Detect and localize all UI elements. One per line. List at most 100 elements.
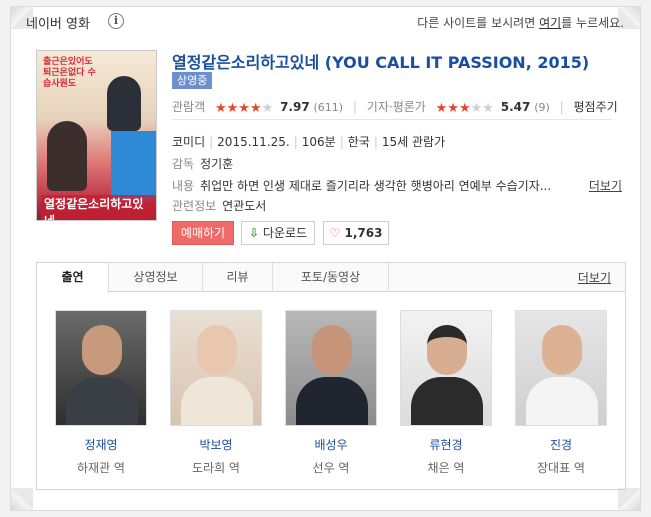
star-icon: ★ <box>238 101 250 116</box>
rate-link[interactable]: 평점주기 <box>573 100 617 114</box>
divider: | <box>559 100 564 114</box>
photo-body <box>66 377 138 425</box>
download-label: 다운로드 <box>262 226 308 240</box>
role-name: 도라희 역 <box>192 461 240 475</box>
screenshot-frame: 네이버 영화 i 다른 사이트를 보시려면 여기를 누르세요. 출근은있어도 퇴… <box>0 0 651 517</box>
like-count: 1,763 <box>344 226 383 240</box>
poster-tagline: 출근은있어도 퇴근은없다 수습사원도 <box>43 57 96 89</box>
service-title: 네이버 영화 <box>26 17 90 32</box>
audience-label: 관람객 <box>172 100 206 114</box>
detail-tabs: 출연 상영정보 리뷰 포토/동영상 더보기 <box>36 262 626 293</box>
audience-count: (611) <box>313 101 344 114</box>
age-rating: 15세 관람가 <box>381 135 446 149</box>
poster-graphic <box>111 131 156 201</box>
director-label: 감독 <box>172 157 195 171</box>
actor-photo[interactable] <box>515 310 607 426</box>
actor-photo[interactable] <box>170 310 262 426</box>
actor-name[interactable]: 류현경 <box>400 436 492 453</box>
plot-label: 내용 <box>172 179 195 193</box>
cast-member[interactable]: 진경 장대표 역 <box>515 310 607 476</box>
actor-name[interactable]: 배성우 <box>285 436 377 453</box>
divider: | <box>373 135 378 149</box>
page-curl-decoration <box>618 488 640 510</box>
header: 네이버 영화 i 다른 사이트를 보시려면 여기를 누르세요. <box>20 10 628 32</box>
actor-photo[interactable] <box>55 310 147 426</box>
plot-more-link[interactable]: 더보기 <box>589 177 622 194</box>
reserve-button[interactable]: 예매하기 <box>172 221 234 245</box>
director-row: 감독 정기훈 <box>172 155 233 172</box>
download-icon: ⇩ <box>248 226 260 240</box>
photo-body <box>296 377 368 425</box>
plot-row: 내용 취업만 하면 인생 제대로 즐기리라 생각한 햇병아리 연예부 수습기자..… <box>172 177 622 194</box>
rating-row: 관람객 ★★★★★ 7.97 (611) | 기자·평론가 ★★★★★ 5.47… <box>172 98 618 120</box>
photo-body <box>181 377 253 425</box>
plot-text: 취업만 하면 인생 제대로 즐기리라 생각한 햇병아리 연예부 수습기자... <box>200 179 552 193</box>
divider: | <box>293 135 298 149</box>
star-icon: ★ <box>435 101 448 116</box>
cast-member[interactable]: 배성우 선우 역 <box>285 310 377 476</box>
heart-icon: ♡ <box>329 226 341 240</box>
tab-reviews[interactable]: 리뷰 <box>203 263 273 292</box>
actor-name[interactable]: 박보영 <box>170 436 262 453</box>
country[interactable]: 한국 <box>348 135 370 149</box>
photo-head <box>82 325 122 375</box>
actor-photo[interactable] <box>285 310 377 426</box>
cast-member[interactable]: 정재영 하재관 역 <box>55 310 147 476</box>
movie-title[interactable]: 열정같은소리하고있네 (YOU CALL IT PASSION, 2015) <box>172 49 589 73</box>
page-curl-decoration <box>11 488 33 510</box>
movie-poster[interactable]: 출근은있어도 퇴근은없다 수습사원도 열정같은소리하고있네 <box>36 50 157 221</box>
tab-screening-info[interactable]: 상영정보 <box>109 263 203 292</box>
photo-head <box>542 325 582 375</box>
other-site-note: 다른 사이트를 보시려면 여기를 누르세요. <box>417 14 624 31</box>
photo-head <box>312 325 352 375</box>
cast-member[interactable]: 박보영 도라희 역 <box>170 310 262 476</box>
info-icon[interactable]: i <box>108 13 124 29</box>
actor-name[interactable]: 정재영 <box>55 436 147 453</box>
download-button[interactable]: ⇩ 다운로드 <box>241 221 315 245</box>
status-badge: 상영중 <box>172 72 213 89</box>
photo-body <box>526 377 598 425</box>
star-icon: ★ <box>261 101 274 116</box>
star-icon: ★ <box>214 101 227 116</box>
related-label: 관련정보 <box>172 199 217 213</box>
audience-stars: ★★★★★ <box>215 101 273 116</box>
photo-head <box>197 325 237 375</box>
star-icon: ★ <box>458 101 471 116</box>
photo-body <box>411 377 483 425</box>
actor-name[interactable]: 진경 <box>515 436 607 453</box>
cast-member[interactable]: 류현경 채은 역 <box>400 310 492 476</box>
critics-count: (9) <box>534 101 550 114</box>
role-name: 채은 역 <box>427 461 465 475</box>
star-icon: ★ <box>447 101 459 116</box>
related-books-link[interactable]: 연관도서 <box>222 199 266 213</box>
audience-score: 7.97 <box>280 100 310 114</box>
divider: | <box>352 100 357 114</box>
runtime: 106분 <box>301 135 336 149</box>
star-icon: ★ <box>226 101 239 116</box>
movie-meta: 코미디 | 2015.11.25. | 106분 | 한국 | 15세 관람가 <box>172 133 445 150</box>
star-icon: ★ <box>470 101 483 116</box>
poster-title: 열정같은소리하고있네 <box>41 195 156 220</box>
critics-score: 5.47 <box>500 100 531 114</box>
actor-photo[interactable] <box>400 310 492 426</box>
tab-cast[interactable]: 출연 <box>37 263 109 293</box>
divider: | <box>209 135 214 149</box>
photo-head <box>427 325 467 375</box>
role-name: 선우 역 <box>312 461 350 475</box>
star-icon: ★ <box>482 101 494 116</box>
note-prefix: 다른 사이트를 보시려면 <box>417 16 540 30</box>
critics-stars: ★★★★★ <box>436 101 494 116</box>
director-name[interactable]: 정기훈 <box>200 157 233 171</box>
release-date: 2015.11.25. <box>217 135 290 149</box>
divider: | <box>339 135 344 149</box>
cast-list: 정재영 하재관 역 박보영 도라희 역 배성우 선우 역 류현경 채은 역 진경… <box>36 292 626 490</box>
other-site-link[interactable]: 여기 <box>539 16 561 30</box>
role-name: 하재관 역 <box>77 461 125 475</box>
poster-figure <box>107 76 141 131</box>
tab-photos-videos[interactable]: 포토/동영상 <box>273 263 389 292</box>
genre[interactable]: 코미디 <box>172 135 205 149</box>
cast-more-link[interactable]: 더보기 <box>578 269 611 286</box>
critics-label: 기자·평론가 <box>366 100 426 114</box>
like-button[interactable]: ♡ 1,763 <box>323 221 389 245</box>
role-name: 장대표 역 <box>537 461 585 475</box>
